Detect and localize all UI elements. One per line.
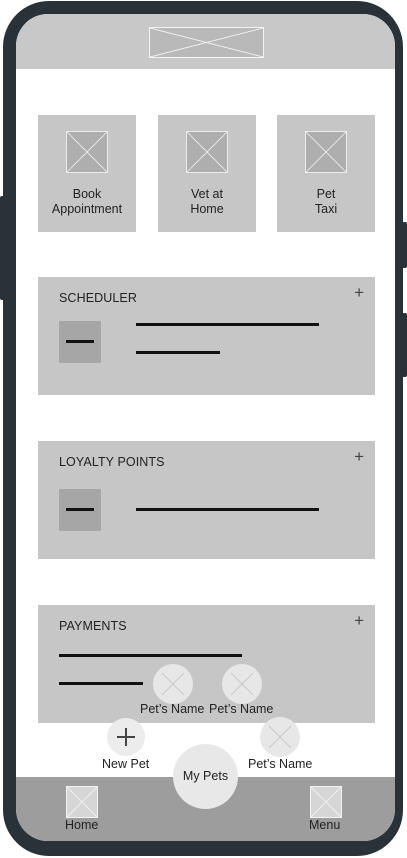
vet-at-home-tile[interactable]: Vet at Home <box>158 115 256 232</box>
pet-name-label[interactable]: Pet’s Name <box>248 757 312 771</box>
loyalty-points-card: LOYALTY POINTS + <box>38 441 375 559</box>
home-label[interactable]: Home <box>65 818 98 832</box>
loyalty-points-plus-icon[interactable]: + <box>354 447 364 467</box>
payments-title: PAYMENTS <box>59 619 127 633</box>
payments-plus-icon[interactable]: + <box>354 611 364 631</box>
payments-text-line <box>59 654 242 657</box>
scheduler-text-line <box>136 351 220 354</box>
new-pet-label[interactable]: New Pet <box>102 757 149 771</box>
pet-name-label[interactable]: Pet’s Name <box>209 702 273 716</box>
scheduler-card: SCHEDULER + <box>38 277 375 395</box>
scheduler-minus-icon[interactable] <box>59 321 101 363</box>
home-icon[interactable] <box>66 786 98 818</box>
pet-avatar-icon[interactable] <box>153 664 193 704</box>
pet-taxi-tile[interactable]: Pet Taxi <box>277 115 375 232</box>
side-button-right-bottom <box>402 313 407 377</box>
logo-placeholder-icon <box>149 27 264 58</box>
side-button-right-top <box>402 222 407 268</box>
scheduler-plus-icon[interactable]: + <box>354 283 364 303</box>
pet-taxi-image-icon <box>305 131 347 173</box>
scheduler-text-line <box>136 323 319 326</box>
loyalty-points-title: LOYALTY POINTS <box>59 455 165 469</box>
new-pet-button[interactable] <box>107 718 145 756</box>
menu-label[interactable]: Menu <box>309 818 340 832</box>
book-appointment-image-icon <box>66 131 108 173</box>
vet-at-home-image-icon <box>186 131 228 173</box>
book-appointment-tile[interactable]: Book Appointment <box>38 115 136 232</box>
payments-card: PAYMENTS + <box>38 605 375 723</box>
app-screen: Book Appointment Vet at Home Pet Taxi SC… <box>16 14 395 841</box>
my-pets-label: My Pets <box>182 769 229 783</box>
book-appointment-label: Book Appointment <box>51 187 123 216</box>
side-button-left <box>0 196 4 300</box>
my-pets-button[interactable]: My Pets <box>173 744 238 809</box>
pet-avatar-icon[interactable] <box>260 717 300 757</box>
pet-name-label[interactable]: Pet’s Name <box>140 702 204 716</box>
phone-frame: Book Appointment Vet at Home Pet Taxi SC… <box>0 1 407 856</box>
vet-at-home-label: Vet at Home <box>190 187 224 216</box>
menu-icon[interactable] <box>310 786 342 818</box>
pet-taxi-label: Pet Taxi <box>314 187 338 216</box>
loyalty-points-text-line <box>136 508 319 511</box>
top-bar <box>16 14 395 69</box>
loyalty-points-minus-icon[interactable] <box>59 489 101 531</box>
scheduler-title: SCHEDULER <box>59 291 137 305</box>
payments-text-line <box>59 682 143 685</box>
pet-avatar-icon[interactable] <box>222 664 262 704</box>
